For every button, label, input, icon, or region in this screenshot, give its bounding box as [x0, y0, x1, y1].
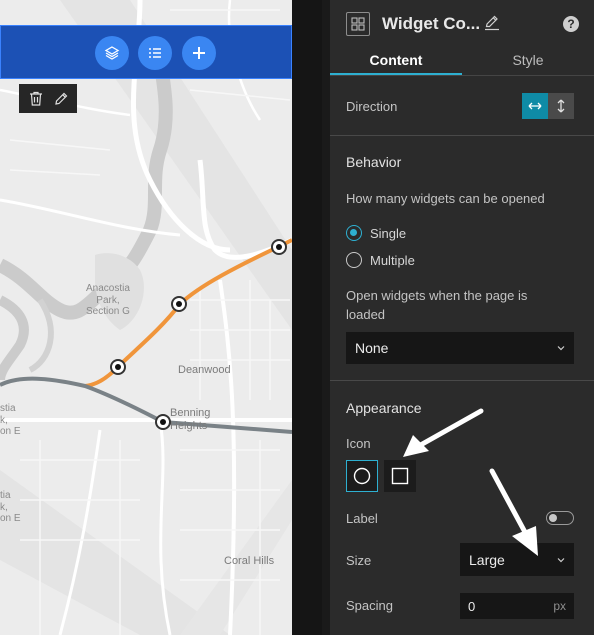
divider — [330, 380, 594, 381]
map-label-deanwood: Deanwood — [178, 364, 231, 376]
spacing-unit: px — [553, 599, 566, 613]
map-view[interactable]: Anacostia Park, Section G Deanwood Benning… — [0, 0, 292, 635]
tab-style[interactable]: Style — [462, 46, 594, 75]
delete-button[interactable] — [25, 88, 47, 110]
layers-button[interactable] — [95, 36, 129, 70]
help-icon[interactable]: ? — [563, 16, 579, 32]
plus-icon — [193, 47, 205, 59]
direction-toggle — [522, 93, 574, 119]
widget-controller[interactable] — [0, 25, 292, 79]
widget-controller-icon — [346, 12, 370, 36]
spacing-input[interactable]: 0 px — [460, 593, 574, 619]
pencil-icon — [54, 92, 67, 105]
square-icon — [391, 467, 409, 485]
open-widgets-label-cont: loaded — [346, 307, 386, 322]
label-toggle-switch[interactable] — [546, 511, 574, 525]
divider — [330, 135, 594, 136]
open-widgets-label: Open widgets when the page is — [346, 288, 528, 303]
list-button[interactable] — [138, 36, 172, 70]
map-label-partial: tia k, on E — [0, 490, 21, 524]
trash-icon — [29, 91, 42, 106]
direction-label: Direction — [346, 99, 398, 114]
size-label: Size — [346, 553, 372, 568]
add-widget-button[interactable] — [182, 36, 216, 70]
radio-multiple[interactable]: Multiple — [346, 252, 415, 268]
size-select[interactable]: Large — [460, 543, 574, 576]
widgets-opened-question: How many widgets can be opened — [346, 191, 545, 206]
map-label-benning-heights: Benning Heights — [170, 407, 211, 432]
arrows-horizontal-icon — [528, 102, 542, 110]
list-icon — [149, 48, 161, 58]
panel-title: Widget Co... — [382, 14, 481, 33]
panel-header: Widget Co... ? — [330, 0, 594, 46]
map-label-coral-hills: Coral Hills — [224, 555, 275, 567]
radio-button[interactable] — [346, 252, 362, 268]
icon-label: Icon — [346, 436, 371, 451]
radio-label: Single — [370, 225, 407, 241]
layers-icon — [104, 46, 120, 60]
open-widgets-select[interactable]: None — [346, 332, 574, 364]
pencil-icon[interactable] — [484, 15, 500, 31]
builder-canvas: Anacostia Park, Section G Deanwood Benning… — [0, 0, 322, 635]
map-label-anacostia-park: Anacostia Park, Section G — [86, 283, 130, 317]
spacing-label: Spacing — [346, 598, 393, 613]
radio-button[interactable] — [346, 225, 362, 241]
chevron-down-icon — [557, 557, 565, 562]
spacing-value: 0 — [468, 598, 476, 614]
appearance-section-title: Appearance — [346, 400, 422, 416]
behavior-section-title: Behavior — [346, 154, 402, 170]
icon-shape-square-button[interactable] — [384, 460, 416, 492]
edit-button[interactable] — [50, 88, 72, 110]
settings-panel: Widget Co... ? Content Style Direction B… — [330, 0, 594, 635]
panel-tabs: Content Style — [330, 46, 594, 76]
direction-vertical-button[interactable] — [548, 93, 574, 119]
arrows-vertical-icon — [557, 99, 565, 113]
label-toggle-label: Label — [346, 511, 378, 526]
widget-edit-toolbar — [19, 84, 77, 113]
radio-label: Multiple — [370, 252, 415, 268]
select-value: None — [355, 340, 389, 356]
direction-horizontal-button[interactable] — [522, 93, 548, 119]
map-label-partial: stia k, on E — [0, 403, 21, 437]
chevron-down-icon — [557, 346, 565, 351]
icon-shape-circle-button[interactable] — [346, 460, 378, 492]
radio-single[interactable]: Single — [346, 225, 406, 241]
tab-content[interactable]: Content — [330, 46, 462, 75]
select-value: Large — [469, 551, 505, 568]
circle-icon — [353, 467, 371, 485]
